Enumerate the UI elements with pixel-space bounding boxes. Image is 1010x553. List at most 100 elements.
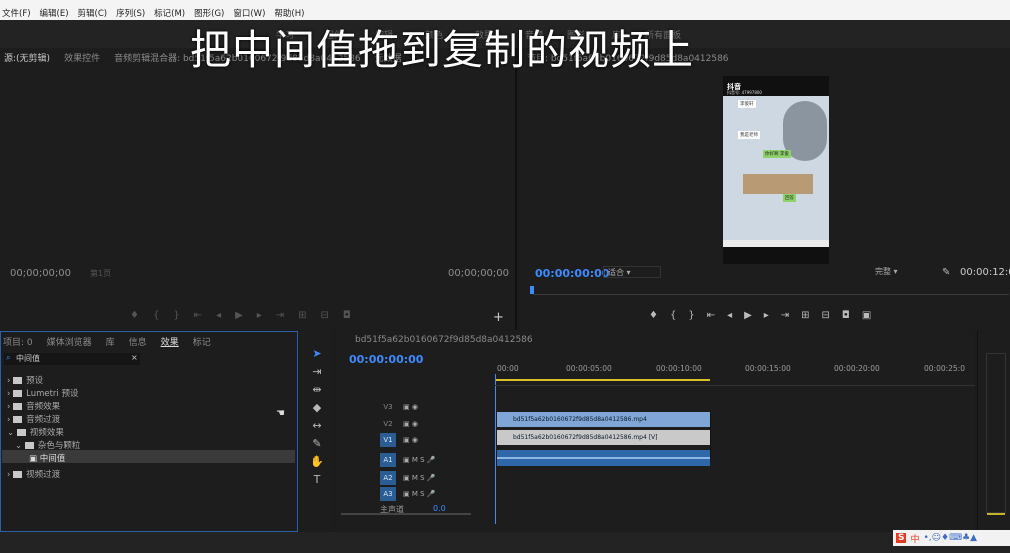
source-timecode-out: 00;00;00;00: [448, 268, 510, 279]
tab-info[interactable]: 信息: [129, 335, 147, 348]
menu-edit[interactable]: 编辑(E): [40, 7, 69, 19]
track-header-v1[interactable]: V1 ▣ ◉: [341, 432, 496, 447]
ime-toolbar[interactable]: S 中 •,☺♦⌨♣▲: [893, 530, 1010, 546]
source-page-indicator[interactable]: 第1页: [90, 268, 111, 279]
source-add-button[interactable]: +: [493, 310, 504, 325]
ruler-label-5: 00:00:05:00: [566, 364, 612, 373]
tab-libraries[interactable]: 库: [106, 335, 115, 348]
track-header-a1[interactable]: A1 ▣ M S 🎤: [341, 452, 496, 467]
tree-video-transitions[interactable]: › 视频过渡: [7, 468, 60, 480]
menu-sequence[interactable]: 序列(S): [116, 7, 145, 19]
track-header-a3[interactable]: A3 ▣ M S 🎤: [341, 486, 496, 501]
track-header-v3[interactable]: V3 ▣ ◉: [341, 399, 496, 414]
program-transport-controls[interactable]: ♦{}⇤◂▶▸⇥⊞⊟◘▣: [649, 310, 883, 321]
ime-mode-label[interactable]: 中: [910, 532, 919, 545]
ruler-label-25: 00:00:25:0: [924, 364, 965, 373]
search-icon: ⌕: [6, 353, 11, 362]
tab-project[interactable]: 项目: 0: [3, 335, 33, 348]
track-v3-target[interactable]: V3: [380, 400, 396, 414]
clip-end-edge: [710, 411, 711, 461]
tab-markers[interactable]: 标记: [193, 335, 211, 348]
tree-audio-effects[interactable]: › 音频效果: [7, 400, 60, 412]
chat-bubble-4: 回答: [783, 194, 796, 202]
work-area-bar[interactable]: [495, 379, 710, 381]
status-bar: [0, 532, 1010, 553]
ruler-label-15: 00:00:15:00: [745, 364, 791, 373]
ruler-label-10: 00:00:10:00: [656, 364, 702, 373]
program-duration: 00:00:12:0: [960, 267, 1010, 278]
zoom-scrollbar[interactable]: [341, 513, 471, 515]
track-a3-controls[interactable]: ▣ M S 🎤: [403, 490, 436, 498]
source-transport-controls[interactable]: ♦{}⇤◂▶▸⇥⊞⊟◘: [130, 310, 365, 321]
drag-cursor-icon: ☚: [276, 408, 285, 419]
program-scrub-bar[interactable]: [533, 294, 1009, 295]
ripple-edit-tool-icon[interactable]: ⇹: [309, 383, 325, 397]
tree-median-effect[interactable]: ▣ 中间值: [29, 452, 65, 464]
overlay-caption: 把中间值拖到复制的视频上: [190, 26, 694, 74]
tree-audio-transitions[interactable]: › 音频过渡: [7, 413, 60, 425]
tab-media-browser[interactable]: 媒体浏览器: [47, 335, 92, 348]
timeline-playhead[interactable]: [495, 374, 496, 524]
effects-search-input[interactable]: 中间值: [4, 353, 140, 365]
track-v3-lock-eye[interactable]: ▣ ◉: [403, 403, 418, 411]
quality-dropdown[interactable]: 完整 ▾: [875, 266, 935, 278]
track-v1-target[interactable]: V1: [380, 432, 396, 447]
audio-meter: [986, 353, 1006, 513]
master-track-value[interactable]: 0.0: [433, 504, 446, 513]
timeline-timecode[interactable]: 00:00:00:00: [349, 353, 423, 366]
track-v2-lock-eye[interactable]: ▣ ◉: [403, 420, 418, 428]
audio-meter-level: [987, 513, 1005, 515]
track-a2-controls[interactable]: ▣ M S 🎤: [403, 474, 436, 482]
program-playhead[interactable]: [530, 286, 534, 294]
source-timecode-in: 00;00;00;00: [10, 268, 72, 279]
tab-effect-controls[interactable]: 效果控件: [64, 51, 100, 64]
track-a1-target[interactable]: A1: [380, 452, 396, 467]
tree-lumetri-presets[interactable]: › Lumetri 预设: [7, 387, 78, 399]
menu-marker[interactable]: 标记(M): [154, 7, 185, 19]
type-tool-icon[interactable]: T: [309, 473, 325, 487]
tab-effects[interactable]: 效果: [161, 335, 179, 348]
clear-search-icon[interactable]: ×: [131, 353, 138, 362]
tab-sequence[interactable]: bd51f5a62b0160672f9d85d8a0412586: [355, 335, 533, 345]
clip-v1[interactable]: bd51f5a62b0160672f9d85d8a0412586.mp4 [V]: [497, 430, 710, 445]
chat-bubble-3: 我是老师: [738, 131, 760, 139]
program-video-frame: 抖音 抖音号: 47997800 李俊轩 你好啊 李俊 我是老师 回答: [723, 76, 829, 264]
phone-input-bar: [723, 240, 829, 247]
tree-video-effects[interactable]: ⌄ 视频效果: [7, 426, 64, 438]
tools-panel: ➤ ⇥ ⇹ ◆ ↔ ✎ ✋ T: [300, 331, 333, 532]
menu-file[interactable]: 文件(F): [2, 7, 31, 19]
menu-clip[interactable]: 剪辑(C): [78, 7, 108, 19]
program-timecode[interactable]: 00:00:00:00: [535, 267, 609, 280]
audio-meter-panel: [977, 331, 1010, 532]
track-select-tool-icon[interactable]: ⇥: [309, 365, 325, 379]
ruler-label-20: 00:00:20:00: [834, 364, 880, 373]
program-monitor-panel: 节目: bd51f5a62b0160672f9d85d8a0412586 抖音 …: [519, 48, 1010, 330]
ruler-label-0: 00:00: [497, 364, 519, 373]
track-header-a2[interactable]: A2 ▣ M S 🎤: [341, 470, 496, 485]
track-v2-target[interactable]: V2: [380, 417, 396, 431]
chat-bubble-2: 你好啊 李俊: [763, 150, 791, 158]
pen-tool-icon[interactable]: ✎: [309, 437, 325, 451]
wrench-icon[interactable]: ✎: [942, 267, 950, 278]
master-track-label: 主声道: [380, 505, 404, 514]
clip-v2[interactable]: bd51f5a62b0160672f9d85d8a0412586.mp4: [497, 412, 710, 427]
track-header-v2[interactable]: V2 ▣ ◉: [341, 416, 496, 431]
video-still: 李俊轩 你好啊 李俊 我是老师 回答: [723, 96, 829, 240]
quality-value: 完整: [875, 267, 891, 276]
food-shape: [743, 174, 813, 194]
tab-source[interactable]: 源:(无剪辑): [4, 51, 50, 64]
selection-tool-icon[interactable]: ➤: [309, 347, 325, 361]
fit-dropdown[interactable]: 适合 ▾: [603, 266, 661, 278]
track-a1-controls[interactable]: ▣ M S 🎤: [403, 456, 436, 464]
chat-bubble-1: 李俊轩: [738, 100, 756, 108]
tree-presets[interactable]: › 预设: [7, 374, 43, 386]
audio-waveform: [497, 457, 710, 459]
razor-tool-icon[interactable]: ◆: [309, 401, 325, 415]
clip-a1-audio[interactable]: [497, 450, 710, 466]
track-a2-target[interactable]: A2: [380, 470, 396, 485]
track-a3-target[interactable]: A3: [380, 486, 396, 501]
slip-tool-icon[interactable]: ↔: [309, 419, 325, 433]
track-v1-lock-eye[interactable]: ▣ ◉: [403, 436, 418, 444]
hand-tool-icon[interactable]: ✋: [309, 455, 325, 469]
ime-tools-icons[interactable]: •,☺♦⌨♣▲: [924, 533, 978, 543]
